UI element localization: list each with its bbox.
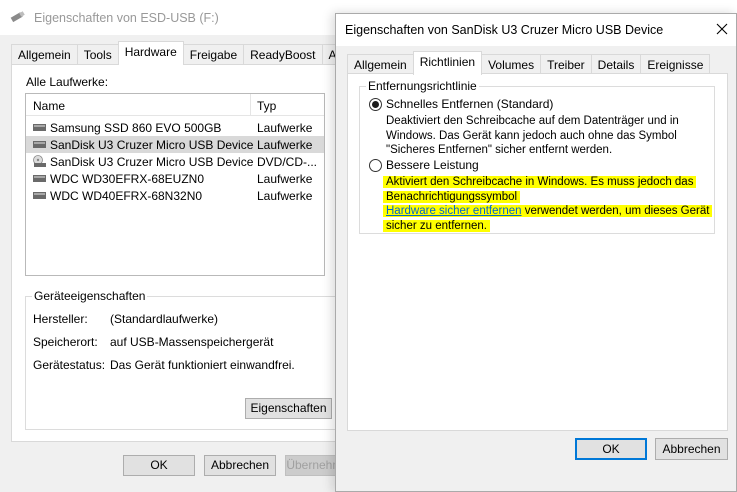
tab-details[interactable]: Details (590, 54, 642, 75)
column-divider[interactable] (250, 94, 251, 116)
drive-properties-dialog: Eigenschaften von ESD-USB (F:) Allgemein… (0, 0, 383, 492)
quick-removal-label[interactable]: Schnelles Entfernen (Standard) (386, 97, 553, 111)
tab-readyboost[interactable]: ReadyBoost (243, 44, 323, 65)
cancel-button[interactable]: Abbrechen (204, 455, 276, 476)
drive-icon (33, 175, 46, 182)
ok-button[interactable]: OK (123, 455, 195, 476)
tab-hardware[interactable]: Hardware (117, 41, 184, 65)
column-type[interactable]: Typ (257, 99, 276, 113)
drives-label: Alle Laufwerke: (26, 75, 109, 89)
drive-type: Laufwerke (257, 121, 313, 135)
cd-drive-icon (33, 155, 46, 167)
tab-richtlinien[interactable]: Richtlinien (412, 51, 483, 75)
quick-removal-description: Deaktiviert den Schreibcache auf dem Dat… (386, 115, 679, 156)
tab-allgemein[interactable]: Allgemein (347, 54, 414, 75)
drive-list[interactable]: Name Typ Samsung SSD 860 EVO 500GB Laufw… (25, 93, 325, 276)
drive-name: SanDisk U3 Cruzer Micro USB Device (50, 155, 254, 169)
better-performance-description: Aktiviert den Schreibcache in Windows. E… (383, 175, 713, 233)
list-header: Name Typ (26, 94, 324, 116)
group-title: Geräteeigenschaften (32, 289, 148, 303)
group-title: Entfernungsrichtlinie (366, 79, 479, 93)
window-title: Eigenschaften von SanDisk U3 Cruzer Micr… (345, 23, 664, 37)
title-bar: Eigenschaften von SanDisk U3 Cruzer Micr… (336, 14, 736, 46)
ok-button[interactable]: OK (575, 438, 647, 460)
status-value: Das Gerät funktioniert einwandfrei. (110, 358, 295, 372)
manufacturer-label: Hersteller: (33, 312, 88, 326)
drive-type: Laufwerke (257, 138, 313, 152)
location-label: Speicherort: (33, 335, 98, 349)
list-item[interactable]: WDC WD30EFRX-68EUZN0 Laufwerke (26, 170, 324, 187)
quick-removal-radio[interactable] (369, 98, 382, 111)
tab-treiber[interactable]: Treiber (540, 54, 592, 75)
close-icon[interactable] (712, 19, 732, 39)
tab-tools[interactable]: Tools (76, 44, 119, 65)
tab-freigabe[interactable]: Freigabe (182, 44, 245, 65)
drive-name: SanDisk U3 Cruzer Micro USB Device (50, 138, 254, 152)
cancel-button[interactable]: Abbrechen (655, 438, 728, 460)
manufacturer-value: (Standardlaufwerke) (110, 312, 219, 326)
window-title: Eigenschaften von ESD-USB (F:) (34, 11, 219, 25)
tab-ereignisse[interactable]: Ereignisse (640, 54, 711, 75)
drive-name: WDC WD40EFRX-68N32N0 (50, 189, 203, 203)
drive-icon (33, 124, 46, 131)
tab-volumes[interactable]: Volumes (481, 54, 542, 75)
better-performance-radio[interactable] (369, 159, 382, 172)
safely-remove-hardware-link[interactable]: Hardware sicher entfernen (386, 205, 522, 217)
tab-strip: Allgemein Richtlinien Volumes Treiber De… (347, 51, 711, 75)
drive-icon (33, 141, 46, 148)
list-item[interactable]: Samsung SSD 860 EVO 500GB Laufwerke (26, 119, 324, 136)
usb-drive-icon (10, 11, 25, 23)
list-item[interactable]: SanDisk U3 Cruzer Micro USB Device Laufw… (26, 136, 324, 153)
better-performance-label[interactable]: Bessere Leistung (386, 158, 479, 172)
drive-icon (33, 192, 46, 199)
drive-type: Laufwerke (257, 172, 313, 186)
status-label: Gerätestatus: (33, 358, 106, 372)
location-value: auf USB-Massenspeichergerät (110, 335, 274, 349)
drive-name: WDC WD30EFRX-68EUZN0 (50, 172, 205, 186)
tab-strip: Allgemein Tools Hardware Freigabe ReadyB… (11, 41, 383, 65)
column-name[interactable]: Name (33, 99, 65, 113)
drive-type: DVD/CD-... (257, 155, 317, 169)
properties-button[interactable]: Eigenschaften (245, 398, 332, 419)
drive-type: Laufwerke (257, 189, 313, 203)
title-bar: Eigenschaften von ESD-USB (F:) (0, 0, 366, 35)
device-properties-dialog: Eigenschaften von SanDisk U3 Cruzer Micr… (335, 13, 737, 492)
list-item[interactable]: SanDisk U3 Cruzer Micro USB Device DVD/C… (26, 153, 324, 170)
tab-allgemein[interactable]: Allgemein (11, 44, 78, 65)
drive-name: Samsung SSD 860 EVO 500GB (50, 121, 222, 135)
list-item[interactable]: WDC WD40EFRX-68N32N0 Laufwerke (26, 187, 324, 204)
